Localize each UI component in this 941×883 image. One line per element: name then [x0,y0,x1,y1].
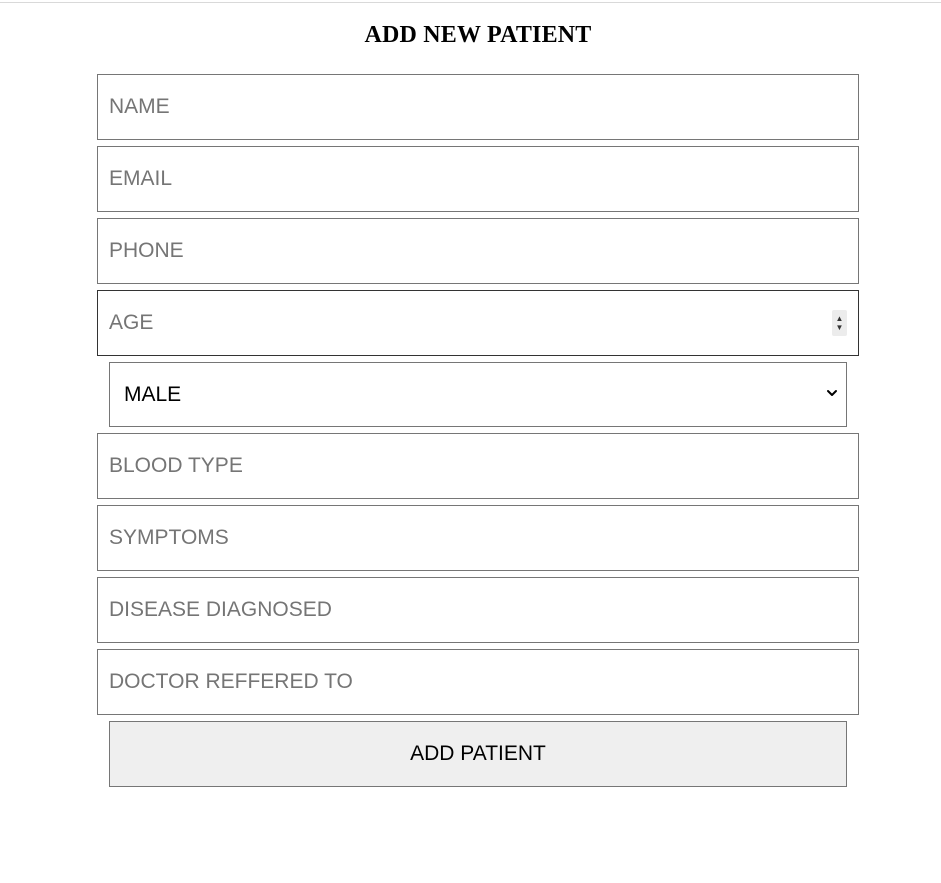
chevron-down-icon [827,390,837,396]
stepper-icon[interactable]: ▲ ▼ [832,310,847,336]
disease-placeholder: DISEASE DIAGNOSED [109,598,332,621]
email-placeholder: EMAIL [109,167,173,190]
email-input[interactable]: EMAIL [97,146,859,212]
name-input[interactable]: NAME [97,74,859,140]
gender-selected-value: MALE [124,382,182,406]
add-patient-page: ADD NEW PATIENT NAME EMAIL PHONE AGE ▲ ▼… [0,0,941,883]
blood-type-input[interactable]: BLOOD TYPE [97,433,859,499]
disease-input[interactable]: DISEASE DIAGNOSED [97,577,859,643]
age-placeholder: AGE [109,311,154,334]
page-title: ADD NEW PATIENT [364,22,592,48]
phone-input[interactable]: PHONE [97,218,859,284]
gender-select[interactable]: MALE [109,362,847,427]
doctor-input[interactable]: DOCTOR REFFERED TO [97,649,859,715]
stepper-down-icon[interactable]: ▼ [836,323,844,332]
name-placeholder: NAME [109,95,170,118]
phone-placeholder: PHONE [109,239,184,262]
doctor-placeholder: DOCTOR REFFERED TO [109,670,353,693]
age-input[interactable]: AGE ▲ ▼ [97,290,859,356]
blood-type-placeholder: BLOOD TYPE [109,454,243,477]
top-divider [0,2,941,3]
stepper-up-icon[interactable]: ▲ [836,314,844,323]
add-patient-button[interactable]: ADD PATIENT [109,721,847,787]
symptoms-placeholder: SYMPTOMS [109,526,229,549]
symptoms-input[interactable]: SYMPTOMS [97,505,859,571]
